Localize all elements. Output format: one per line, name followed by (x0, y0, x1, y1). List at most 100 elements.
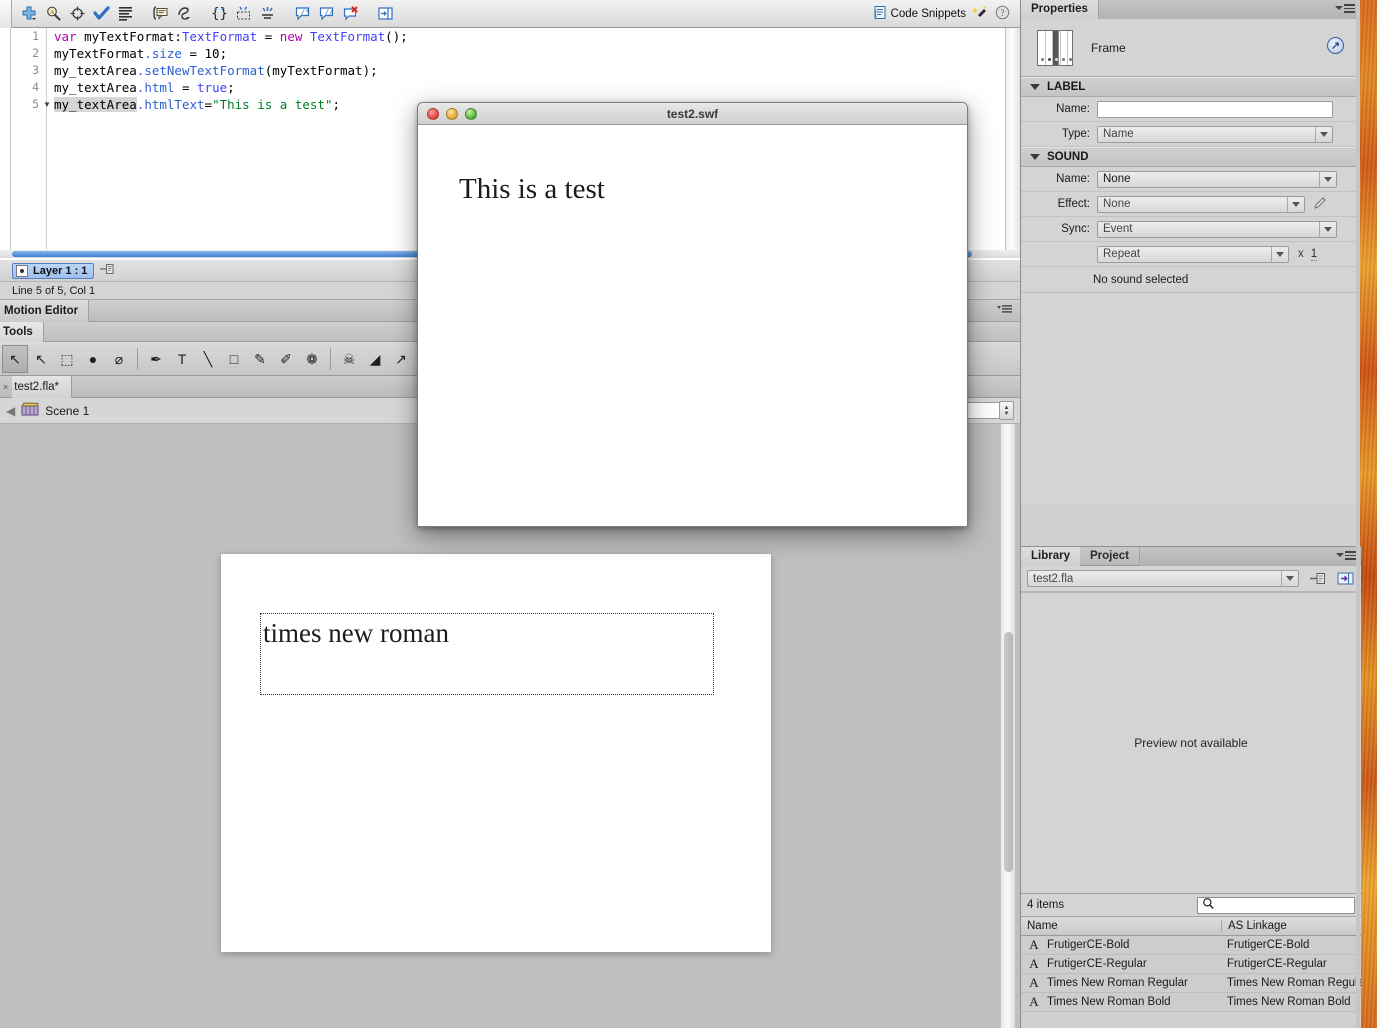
layer-chip[interactable]: Layer 1 : 1 (12, 262, 95, 279)
library-item-list[interactable]: A FrutigerCE-Bold FrutigerCE-Bold A Frutiger… (1021, 936, 1361, 1012)
deco-tool[interactable]: ❁ (299, 345, 325, 373)
add-item-icon[interactable] (18, 3, 40, 25)
sound-repeat-select[interactable]: Repeat (1097, 245, 1289, 263)
swf-preview-window[interactable]: test2.swf This is a test (417, 102, 968, 527)
chevron-down-icon (1335, 6, 1343, 11)
library-tab-row: Library Project (1021, 546, 1361, 566)
tab-motion-editor[interactable]: Motion Editor (0, 299, 90, 322)
magic-wand-icon[interactable] (972, 4, 989, 24)
swf-title-bar[interactable]: test2.swf (418, 103, 967, 125)
library-item[interactable]: A Times New Roman Regular Times New Roman … (1021, 974, 1361, 993)
font-icon: A (1029, 956, 1039, 971)
new-library-panel-icon[interactable] (1335, 570, 1355, 588)
expand-all-icon[interactable] (256, 3, 278, 25)
library-item[interactable]: A Times New Roman Bold Times New Roman Bol… (1021, 993, 1361, 1012)
pin-script-icon[interactable] (99, 262, 114, 279)
lasso-tool[interactable]: ⌀ (106, 345, 132, 373)
properties-panel-menu-icon[interactable] (1335, 4, 1355, 13)
code-line[interactable]: myTextFormat.size = 10; (54, 45, 998, 62)
brush-tool[interactable]: ✐ (273, 345, 299, 373)
library-document-value: test2.fla (1033, 572, 1074, 585)
code-line[interactable]: var myTextFormat:TextFormat = new TextFo… (54, 28, 998, 45)
stage-canvas[interactable]: times new roman (221, 554, 771, 952)
column-header-as-linkage[interactable]: AS Linkage (1221, 920, 1361, 932)
selection-tool[interactable]: ↖ (2, 344, 28, 373)
collapse-braces-icon[interactable]: {} (208, 3, 230, 25)
library-document-row: test2.fla (1021, 566, 1361, 592)
code-fold-marker (41, 45, 53, 62)
section-sound-header[interactable]: SOUND (1021, 147, 1360, 167)
bone-tool[interactable]: ☠ (336, 345, 362, 373)
section-label-header[interactable]: LABEL (1021, 77, 1360, 97)
close-document-icon[interactable]: × (0, 382, 12, 392)
3d-rotation-tool[interactable]: ● (80, 345, 106, 373)
library-panel-menu-icon[interactable] (1336, 551, 1356, 560)
chevron-down-icon (1336, 553, 1344, 558)
stage-textfield[interactable]: times new roman (260, 613, 714, 695)
zoom-stepper[interactable]: ▲ ▼ (999, 401, 1014, 420)
edit-in-new-window-icon[interactable]: ↗ (1327, 37, 1344, 54)
target-icon[interactable] (66, 3, 88, 25)
code-line[interactable]: my_textArea.setNewTextFormat(myTextForma… (54, 62, 998, 79)
desktop-wallpaper (1360, 0, 1377, 1028)
code-snippets-button[interactable]: { Code Snippets (872, 5, 966, 23)
label-type-select[interactable]: Name (1097, 125, 1333, 143)
pencil-tool[interactable]: ✎ (247, 345, 273, 373)
back-arrow-icon[interactable]: ◀ (6, 404, 15, 418)
code-fold-marker[interactable]: ▼ (41, 96, 53, 113)
library-search-input[interactable] (1197, 896, 1355, 914)
actions-panel-tab-stub[interactable] (0, 0, 12, 28)
sound-effect-select[interactable]: None (1097, 195, 1305, 213)
free-transform-tool[interactable]: ⬚ (54, 345, 80, 373)
library-column-header: Name AS Linkage (1021, 917, 1361, 936)
apply-line-comment-icon[interactable]: // (315, 3, 337, 25)
stage-vscroll-thumb[interactable] (1004, 632, 1013, 872)
code-snippets-icon: { (872, 5, 887, 23)
disclosure-triangle-icon (1030, 154, 1040, 160)
sound-name-select[interactable]: None (1097, 170, 1337, 188)
help-icon[interactable]: ? (995, 5, 1010, 23)
library-item[interactable]: A FrutigerCE-Bold FrutigerCE-Bold (1021, 936, 1361, 955)
auto-format-icon[interactable] (114, 3, 136, 25)
debug-options-icon[interactable] (173, 3, 195, 25)
rectangle-tool[interactable]: □ (221, 345, 247, 373)
code-fold-column[interactable]: ▼ (41, 28, 53, 113)
collapse-selection-icon[interactable] (232, 3, 254, 25)
check-syntax-icon[interactable] (90, 3, 112, 25)
dock-scrollbar[interactable] (1356, 0, 1360, 1028)
subselection-tool[interactable]: ↖ (28, 345, 54, 373)
find-icon[interactable]: A (42, 3, 64, 25)
library-item[interactable]: A FrutigerCE-Regular FrutigerCE-Regular (1021, 955, 1361, 974)
repeat-count-input[interactable]: 1 (1310, 248, 1318, 261)
library-document-select[interactable]: test2.fla (1027, 570, 1299, 587)
stage-vertical-scrollbar[interactable] (1000, 424, 1015, 1028)
pin-library-icon[interactable] (1307, 570, 1327, 588)
text-tool[interactable]: T (169, 345, 195, 373)
code-line[interactable]: my_textArea.html = true; (54, 79, 998, 96)
code-fold-marker (41, 79, 53, 96)
pencil-edit-icon[interactable] (1312, 195, 1328, 214)
scene-label[interactable]: Scene 1 (45, 404, 89, 418)
show-code-hint-icon[interactable] (149, 3, 171, 25)
sound-effect-value: None (1103, 198, 1131, 210)
show-hide-toolbox-icon[interactable] (374, 3, 396, 25)
document-tab-test2[interactable]: test2.fla* (12, 375, 73, 398)
line-tool[interactable]: ╲ (195, 345, 221, 373)
pen-tool[interactable]: ✒ (143, 345, 169, 373)
editor-left-edge (0, 28, 11, 258)
label-name-input[interactable] (1097, 100, 1333, 118)
paint-bucket-tool[interactable]: ◢ (362, 345, 388, 373)
column-header-name[interactable]: Name (1021, 920, 1221, 932)
tab-properties[interactable]: Properties (1021, 0, 1098, 19)
tab-project[interactable]: Project (1080, 547, 1139, 566)
apply-block-comment-icon[interactable]: /* (291, 3, 313, 25)
tab-library[interactable]: Library (1021, 546, 1080, 566)
remove-comment-icon[interactable] (339, 3, 361, 25)
motion-editor-panel-menu-icon[interactable] (997, 304, 1020, 317)
sound-sync-select[interactable]: Event (1097, 220, 1337, 238)
editor-vertical-scrollbar[interactable] (1005, 28, 1020, 250)
tab-tools[interactable]: Tools (0, 321, 44, 342)
eyedropper-tool[interactable]: ↗ (388, 345, 414, 373)
label-type-caption: Type: (1061, 128, 1090, 140)
swf-stage[interactable]: This is a test (418, 125, 967, 526)
